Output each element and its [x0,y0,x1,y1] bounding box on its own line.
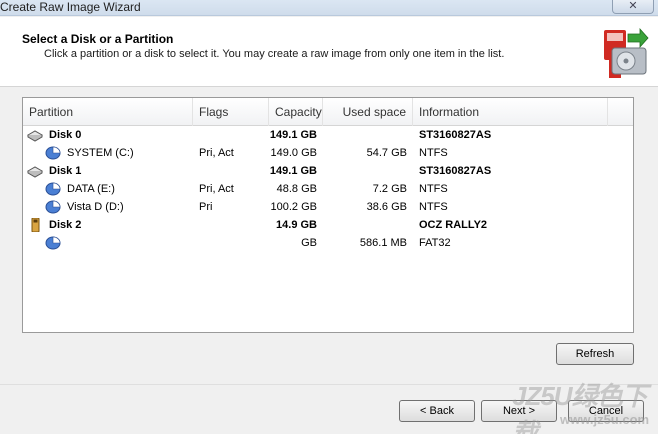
partition-flags: Pri [199,201,213,213]
page-subtitle: Click a partition or a disk to select it… [44,48,505,60]
partition-flags: Pri, Act [199,183,234,195]
list-item-partition-usb[interactable]: GB 586.1 MB FAT32 [23,234,633,252]
partition-icon [45,236,61,250]
partition-name: Vista D (D:) [67,201,124,213]
partition-icon [45,200,61,214]
partition-list[interactable]: Partition Flags Capacity Used space Info… [22,97,634,333]
partition-capacity: 14.9 GB [276,219,317,231]
column-header-used-space[interactable]: Used space [323,98,413,126]
partition-used-space [323,162,407,180]
list-header: Partition Flags Capacity Used space Info… [23,98,633,126]
back-button[interactable]: < Back [399,400,475,422]
refresh-button[interactable]: Refresh [556,343,634,365]
list-item-disk-2[interactable]: Disk 2 14.9 GB OCZ RALLY2 [23,216,633,234]
list-item-partition-vista[interactable]: Vista D (D:) Pri 100.2 GB 38.6 GB NTFS [23,198,633,216]
disk-image-wizard-icon [604,27,649,78]
partition-used-space [323,126,407,144]
list-item-partition-data[interactable]: DATA (E:) Pri, Act 48.8 GB 7.2 GB NTFS [23,180,633,198]
partition-capacity: 149.0 GB [270,147,317,159]
wizard-header: Select a Disk or a Partition Click a par… [0,17,658,87]
partition-capacity: 48.8 GB [276,183,317,195]
column-header-information[interactable]: Information [413,98,608,126]
partition-info: FAT32 [419,237,451,249]
partition-icon [45,182,61,196]
partition-capacity: 100.2 GB [270,201,317,213]
partition-capacity: 149.1 GB [269,165,317,177]
partition-name: Disk 0 [49,129,82,141]
partition-used-space: 7.2 GB [372,183,407,195]
partition-icon [45,146,61,160]
partition-info: ST3160827AS [419,129,492,141]
column-header-capacity[interactable]: Capacity [269,98,323,126]
partition-name: Disk 1 [49,165,82,177]
partition-name: Disk 2 [49,219,82,231]
list-item-disk-1[interactable]: Disk 1 149.1 GB ST3160827AS [23,162,633,180]
partition-info: NTFS [419,183,448,195]
partition-used-space [323,216,407,234]
partition-name: DATA (E:) [67,183,115,195]
list-item-disk-0[interactable]: Disk 0 149.1 GB ST3160827AS [23,126,633,144]
partition-flags: Pri, Act [199,147,234,159]
window-title: Create Raw Image Wizard [0,0,141,14]
column-header-flags[interactable]: Flags [193,98,269,126]
partition-used-space: 54.7 GB [366,147,407,159]
partition-info: NTFS [419,201,448,213]
page-title: Select a Disk or a Partition [22,32,174,46]
partition-capacity: 149.1 GB [269,129,317,141]
partition-info: NTFS [419,147,448,159]
partition-name: SYSTEM (C:) [67,147,134,159]
column-header-partition[interactable]: Partition [23,98,193,126]
hard-disk-icon [27,130,43,142]
usb-drive-icon [31,218,40,232]
hard-disk-icon [27,166,43,178]
title-bar: Create Raw Image Wizard ✕ [0,0,658,16]
partition-used-space: 38.6 GB [366,201,407,213]
watermark-url: www.jz5u.com [560,412,650,427]
partition-info: ST3160827AS [419,165,492,177]
partition-capacity: GB [301,237,317,249]
list-item-partition-system[interactable]: SYSTEM (C:) Pri, Act 149.0 GB 54.7 GB NT… [23,144,633,162]
partition-used-space: 586.1 MB [359,237,407,249]
partition-info: OCZ RALLY2 [419,219,488,231]
close-button[interactable]: ✕ [612,0,654,14]
